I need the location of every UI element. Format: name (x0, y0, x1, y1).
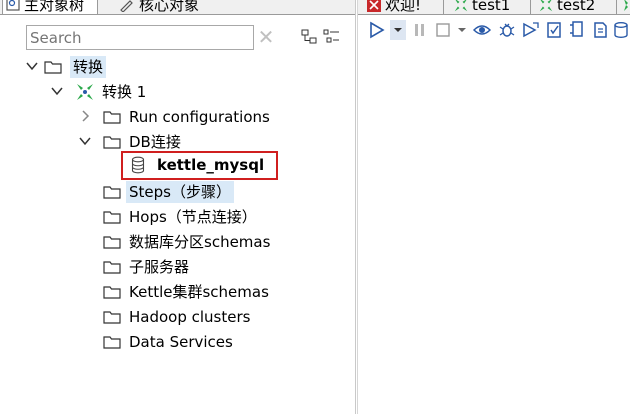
chevron-down-icon[interactable] (78, 134, 92, 148)
folder-icon (44, 61, 62, 74)
tab-welcome[interactable]: 欢迎! (364, 0, 424, 14)
pause-icon[interactable] (413, 20, 427, 40)
tab-label: test2 (557, 0, 596, 14)
tree-item-transformation-1[interactable]: 转换 1 (76, 81, 146, 103)
verify-icon[interactable] (545, 20, 563, 40)
chevron-down-icon[interactable] (50, 84, 64, 98)
explore-db-icon[interactable] (613, 20, 629, 40)
welcome-icon (367, 0, 381, 12)
tree-item-run-configurations[interactable]: Run configurations (103, 106, 270, 128)
preview-eye-icon[interactable] (473, 20, 491, 40)
folder-icon (103, 336, 121, 349)
chevron-down-icon[interactable] (456, 20, 468, 40)
tree-item-transformations[interactable]: 转换 (44, 56, 107, 78)
folder-icon (103, 236, 121, 249)
folder-icon (103, 261, 121, 274)
left-panel: 主对象树 核心对象 ✕ 转换 转换 1 Run configurations D… (0, 0, 356, 414)
tree-item-db-connections[interactable]: DB连接 (103, 131, 181, 153)
tree-item-data-services[interactable]: Data Services (103, 331, 233, 353)
chevron-down-icon[interactable] (25, 59, 39, 73)
stop-icon[interactable] (435, 20, 451, 40)
replay-icon[interactable] (521, 20, 539, 40)
tree-item-label: Steps（步骤） (126, 181, 234, 203)
debug-icon[interactable] (498, 20, 516, 40)
run-options-dropdown[interactable] (390, 20, 406, 40)
folder-icon (103, 111, 121, 124)
expand-tree-icon[interactable] (322, 27, 342, 47)
tree-item-label: 数据库分区schemas (129, 233, 271, 251)
tree-item-label: DB连接 (129, 133, 181, 151)
folder-icon (103, 136, 121, 149)
tree-item-label: 转换 (70, 56, 107, 78)
tab-label: 欢迎! (385, 0, 422, 14)
clear-search-icon[interactable]: ✕ (256, 26, 276, 48)
tab-label: 核心对象 (139, 0, 200, 14)
transformation-icon (77, 84, 93, 100)
transformation-icon (624, 0, 628, 11)
tab-overflow[interactable] (620, 0, 630, 14)
tree-item-label: 子服务器 (129, 258, 190, 276)
folder-icon (103, 286, 121, 299)
tab-test2[interactable]: test2 (536, 0, 598, 14)
tree-item-label: Data Services (129, 333, 233, 351)
tree-item-slave-servers[interactable]: 子服务器 (103, 256, 189, 278)
search-input[interactable] (26, 25, 254, 50)
tree-item-label: 转换 1 (102, 83, 147, 101)
tree-item-label: kettle_mysql (157, 156, 265, 174)
folder-icon (103, 311, 121, 324)
tree-item-label: Hadoop clusters (129, 308, 251, 326)
impact-icon[interactable] (568, 20, 586, 40)
sql-icon[interactable] (591, 20, 609, 40)
tab-test1[interactable]: test1 (451, 0, 513, 14)
left-tabbar: 主对象树 核心对象 (0, 0, 355, 15)
canvas-panel: 欢迎! test1 test2 (357, 0, 630, 414)
tree-item-kettle-mysql[interactable]: kettle_mysql (131, 154, 264, 176)
folder-icon (103, 186, 121, 199)
tab-core-objects[interactable]: 核心对象 (116, 0, 202, 14)
tree-item-label: Kettle集群schemas (129, 283, 269, 301)
pencil-icon (120, 0, 133, 12)
tree-item-label: Hops（节点连接） (129, 208, 257, 226)
editor-tabbar: 欢迎! test1 test2 (358, 0, 630, 15)
tree-item-label: Run configurations (129, 108, 270, 126)
folder-icon (103, 211, 121, 224)
tree-icon (6, 0, 20, 11)
tree-item-hadoop-clusters[interactable]: Hadoop clusters (103, 306, 250, 328)
chevron-down-icon (394, 28, 402, 32)
tab-label: 主对象树 (24, 0, 85, 14)
tree-item-cluster-schemas[interactable]: Kettle集群schemas (103, 281, 269, 303)
tab-main-object-tree[interactable]: 主对象树 (2, 0, 98, 14)
transformation-icon (454, 0, 468, 11)
tab-label: test1 (472, 0, 511, 14)
database-icon (131, 156, 145, 174)
chevron-right-icon[interactable] (78, 109, 92, 123)
collapse-tree-icon[interactable] (300, 27, 320, 47)
run-icon[interactable] (368, 20, 386, 40)
tree-item-steps[interactable]: Steps（步骤） (103, 181, 234, 203)
transformation-icon (539, 0, 553, 11)
tree-item-partition-schemas[interactable]: 数据库分区schemas (103, 231, 270, 253)
tree-item-hops[interactable]: Hops（节点连接） (103, 206, 257, 228)
